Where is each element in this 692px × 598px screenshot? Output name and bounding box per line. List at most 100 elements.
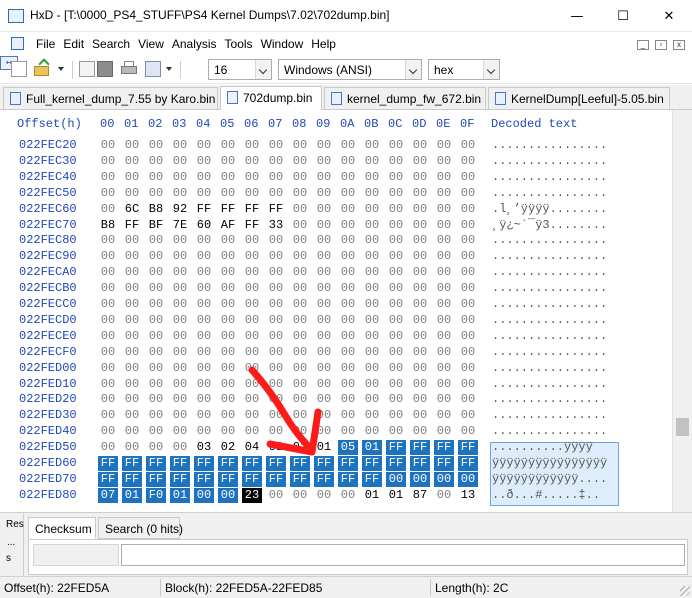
decoded-text[interactable]: ................ bbox=[492, 392, 620, 407]
hex-byte[interactable]: 00 bbox=[434, 488, 454, 503]
hex-byte[interactable]: FF bbox=[386, 440, 406, 456]
hex-byte[interactable]: 00 bbox=[362, 297, 382, 312]
hex-byte[interactable]: 00 bbox=[98, 361, 118, 376]
hex-byte[interactable]: 00 bbox=[314, 408, 334, 423]
hex-byte[interactable]: FF bbox=[122, 471, 142, 487]
hex-byte[interactable]: 00 bbox=[98, 313, 118, 328]
hex-byte[interactable]: 00 bbox=[410, 297, 430, 312]
decoded-text[interactable]: ................ bbox=[492, 154, 620, 169]
hex-byte[interactable]: 00 bbox=[242, 329, 262, 344]
hex-byte[interactable]: 00 bbox=[338, 170, 358, 185]
hex-byte[interactable]: 00 bbox=[170, 154, 190, 169]
hex-byte[interactable]: 00 bbox=[458, 377, 478, 392]
hex-byte[interactable]: 00 bbox=[314, 329, 334, 344]
hex-row[interactable]: 022FED50 00 00 00 00 03 02 04 01 01 01 05 01 FF FF FF FF… bbox=[0, 440, 672, 456]
hex-row[interactable]: 022FEC70 B8 FF BF 7E 60 AF FF 33 00 00 00 00 00 00 00 00… bbox=[0, 218, 672, 233]
menu-help[interactable]: Help bbox=[307, 37, 340, 51]
hex-byte[interactable]: 00 bbox=[290, 345, 310, 360]
decoded-text[interactable]: ................ bbox=[492, 265, 620, 280]
hex-byte[interactable]: 00 bbox=[98, 233, 118, 248]
hex-byte[interactable]: 00 bbox=[362, 361, 382, 376]
hex-byte[interactable]: 00 bbox=[434, 297, 454, 312]
hex-row[interactable]: 022FED60 FF FF FF FF FF FF FF FF FF FF FF FF FF FF FF FF… bbox=[0, 456, 672, 471]
hex-byte[interactable]: 00 bbox=[386, 377, 406, 392]
hex-byte[interactable]: FF bbox=[314, 471, 334, 487]
hex-byte[interactable]: 00 bbox=[458, 218, 478, 233]
hex-byte[interactable]: 00 bbox=[98, 154, 118, 169]
hex-byte[interactable]: 00 bbox=[146, 361, 166, 376]
hex-byte[interactable]: 00 bbox=[266, 488, 286, 503]
decoded-text[interactable]: ................ bbox=[492, 408, 620, 423]
hex-byte[interactable]: 00 bbox=[290, 392, 310, 407]
hex-row[interactable]: 022FEC20 00 00 00 00 00 00 00 00 00 00 00 00 00 00 00 00… bbox=[0, 138, 672, 153]
hex-byte[interactable]: FF bbox=[218, 471, 238, 487]
hex-byte[interactable]: 00 bbox=[218, 265, 238, 280]
hex-byte[interactable]: 00 bbox=[314, 345, 334, 360]
hex-byte[interactable]: 00 bbox=[362, 392, 382, 407]
hex-byte[interactable]: 00 bbox=[362, 186, 382, 201]
hex-byte[interactable]: 00 bbox=[338, 408, 358, 423]
hex-byte[interactable]: 00 bbox=[146, 377, 166, 392]
hex-byte[interactable]: FF bbox=[410, 440, 430, 456]
hex-byte[interactable]: 00 bbox=[122, 377, 142, 392]
hex-byte[interactable]: 00 bbox=[362, 249, 382, 264]
hex-byte[interactable]: 00 bbox=[362, 377, 382, 392]
hex-byte[interactable]: FF bbox=[410, 456, 430, 471]
hex-byte[interactable]: 00 bbox=[290, 202, 310, 217]
print-icon[interactable] bbox=[121, 61, 137, 77]
hex-byte[interactable]: 00 bbox=[194, 345, 214, 360]
hex-byte[interactable]: 00 bbox=[434, 424, 454, 439]
hex-byte[interactable]: 00 bbox=[362, 233, 382, 248]
hex-byte[interactable]: 00 bbox=[434, 186, 454, 201]
hex-byte[interactable]: 00 bbox=[170, 265, 190, 280]
hex-row[interactable]: 022FEC80 00 00 00 00 00 00 00 00 00 00 00 00 00 00 00 00… bbox=[0, 233, 672, 248]
hex-byte[interactable]: 00 bbox=[410, 202, 430, 217]
hex-byte[interactable]: 00 bbox=[410, 408, 430, 423]
hex-byte[interactable]: 00 bbox=[290, 297, 310, 312]
hex-byte[interactable]: 00 bbox=[194, 424, 214, 439]
hex-row[interactable]: 022FECC0 00 00 00 00 00 00 00 00 00 00 00 00 00 00 00 00… bbox=[0, 297, 672, 312]
hex-byte[interactable]: 00 bbox=[242, 281, 262, 296]
hex-byte[interactable]: 00 bbox=[242, 392, 262, 407]
hex-byte[interactable]: 00 bbox=[434, 202, 454, 217]
hex-byte[interactable]: 00 bbox=[122, 408, 142, 423]
hex-byte[interactable]: 00 bbox=[98, 440, 118, 455]
decoded-text[interactable]: ................ bbox=[492, 186, 620, 201]
hex-byte[interactable]: 00 bbox=[434, 281, 454, 296]
hex-byte[interactable]: 00 bbox=[290, 361, 310, 376]
hex-byte[interactable]: 00 bbox=[122, 265, 142, 280]
hex-byte[interactable]: 00 bbox=[386, 392, 406, 407]
hex-byte[interactable]: 00 bbox=[194, 170, 214, 185]
hex-byte[interactable]: 00 bbox=[458, 424, 478, 439]
hex-byte[interactable]: 00 bbox=[410, 424, 430, 439]
hex-byte[interactable]: FF bbox=[242, 471, 262, 487]
hex-byte[interactable]: 00 bbox=[458, 186, 478, 201]
hex-byte[interactable]: FF bbox=[434, 440, 454, 456]
hex-byte[interactable]: 00 bbox=[458, 138, 478, 153]
hex-byte[interactable]: 00 bbox=[290, 186, 310, 201]
decoded-text[interactable]: ÿÿÿÿÿÿÿÿÿÿÿÿ.... bbox=[492, 472, 620, 487]
hex-byte[interactable]: 00 bbox=[122, 170, 142, 185]
hex-byte[interactable]: FF bbox=[434, 456, 454, 471]
hex-byte[interactable]: 00 bbox=[170, 424, 190, 439]
hex-byte[interactable]: 00 bbox=[98, 345, 118, 360]
hex-byte[interactable]: 00 bbox=[242, 345, 262, 360]
menu-search[interactable]: Search bbox=[88, 37, 134, 51]
hex-byte[interactable]: 00 bbox=[218, 281, 238, 296]
hex-byte[interactable]: 00 bbox=[314, 154, 334, 169]
hex-byte[interactable]: 00 bbox=[242, 297, 262, 312]
hex-byte[interactable]: 00 bbox=[194, 408, 214, 423]
hex-byte[interactable]: 00 bbox=[122, 329, 142, 344]
scrollbar-thumb[interactable] bbox=[676, 418, 689, 436]
chevron-down-icon[interactable] bbox=[483, 60, 499, 79]
hex-byte[interactable]: 00 bbox=[290, 138, 310, 153]
hex-byte[interactable]: 00 bbox=[362, 408, 382, 423]
hex-byte[interactable]: 00 bbox=[170, 345, 190, 360]
hex-byte[interactable]: 00 bbox=[362, 313, 382, 328]
hex-byte[interactable]: 00 bbox=[218, 138, 238, 153]
hex-byte[interactable]: FF bbox=[218, 456, 238, 471]
hex-byte[interactable]: FF bbox=[362, 456, 382, 471]
hex-byte[interactable]: B8 bbox=[98, 218, 118, 233]
hex-byte[interactable]: 00 bbox=[194, 233, 214, 248]
hex-byte[interactable]: 00 bbox=[146, 297, 166, 312]
